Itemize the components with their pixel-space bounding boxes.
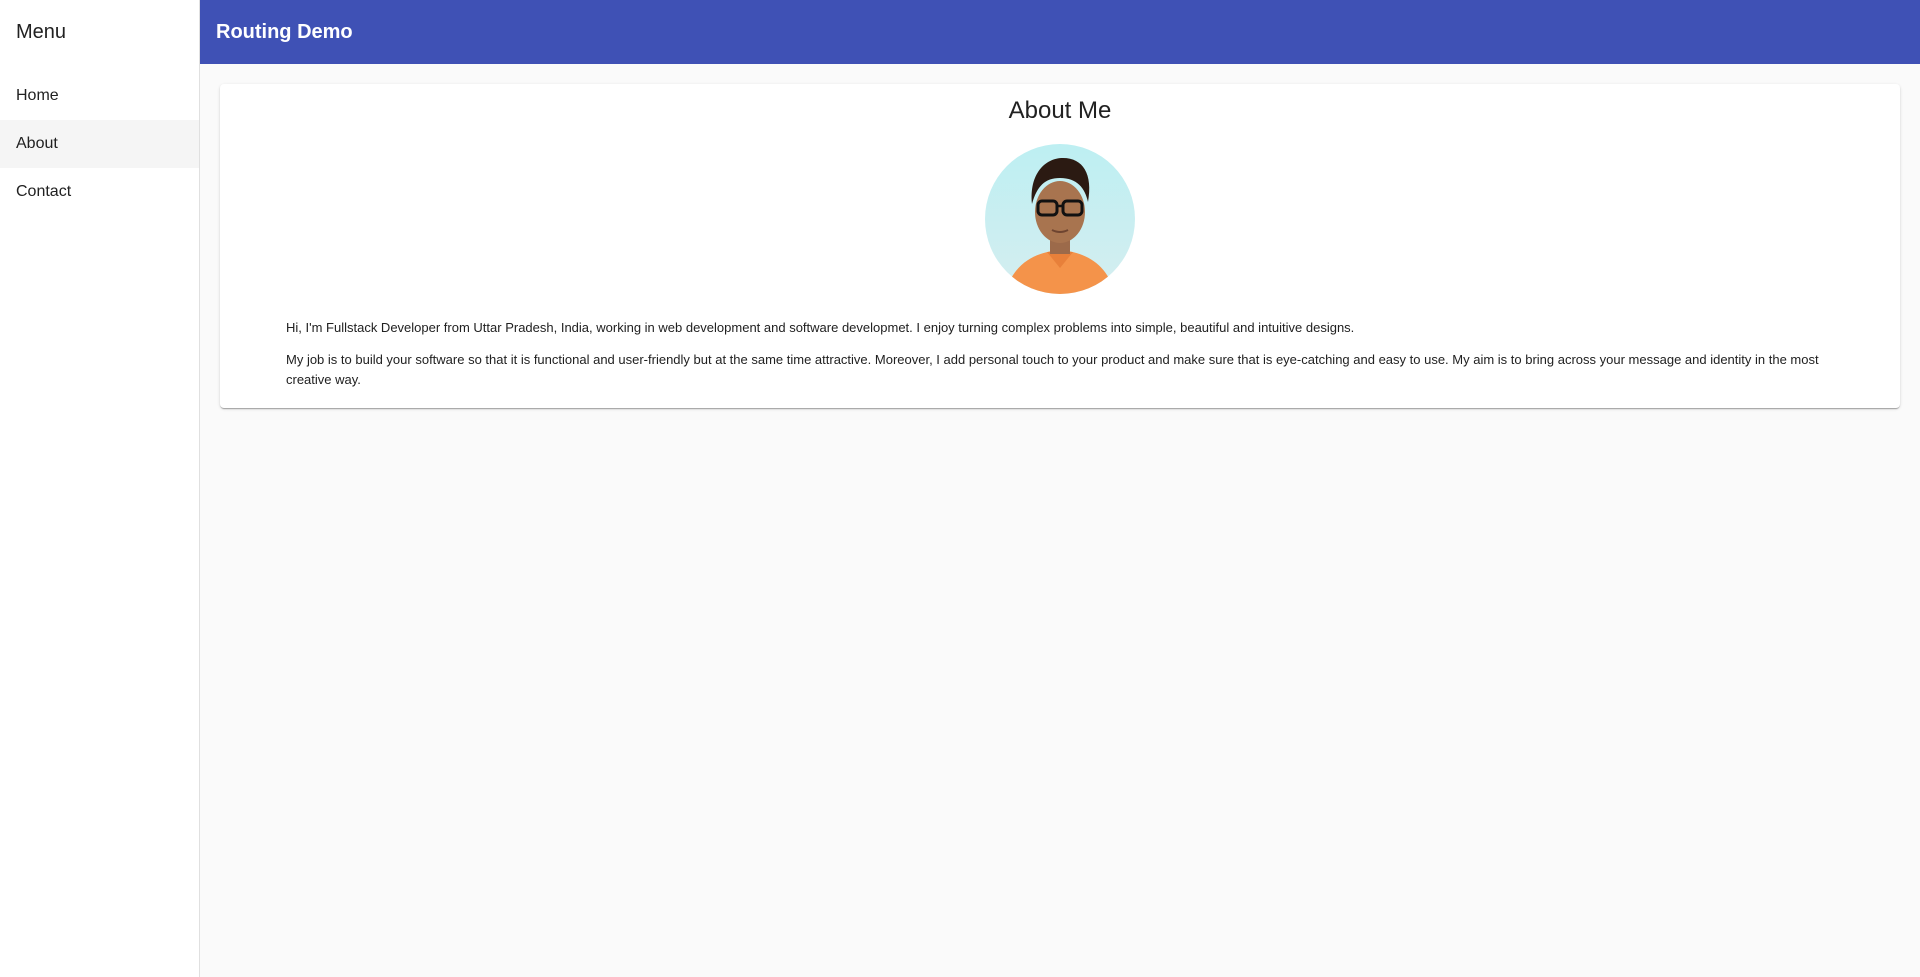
- about-card: About Me Hi, I'm Fullstack Developer fro…: [220, 84, 1900, 408]
- app-root: Menu Home About Contact Routing Demo Abo…: [0, 0, 1920, 977]
- page-title: About Me: [1008, 97, 1112, 124]
- avatar-container: [286, 144, 1834, 294]
- avatar: [985, 144, 1135, 294]
- sidenav-title: Menu: [16, 20, 67, 43]
- nav-item-about[interactable]: About: [0, 120, 199, 168]
- top-toolbar: Routing Demo: [200, 0, 1920, 64]
- main-content: About Me Hi, I'm Fullstack Developer fro…: [200, 64, 1920, 977]
- nav-item-home[interactable]: Home: [0, 72, 199, 120]
- bio-paragraph-job: My job is to build your software so that…: [286, 352, 1819, 387]
- toolbar-title: Routing Demo: [216, 20, 353, 43]
- nav-list: Home About Contact: [0, 64, 199, 216]
- nav-item-contact[interactable]: Contact: [0, 168, 199, 216]
- bio-paragraph-intro: Hi, I'm Fullstack Developer from Uttar P…: [286, 320, 1355, 335]
- profile-photo-icon: [985, 144, 1135, 294]
- sidenav: Menu Home About Contact: [0, 0, 200, 977]
